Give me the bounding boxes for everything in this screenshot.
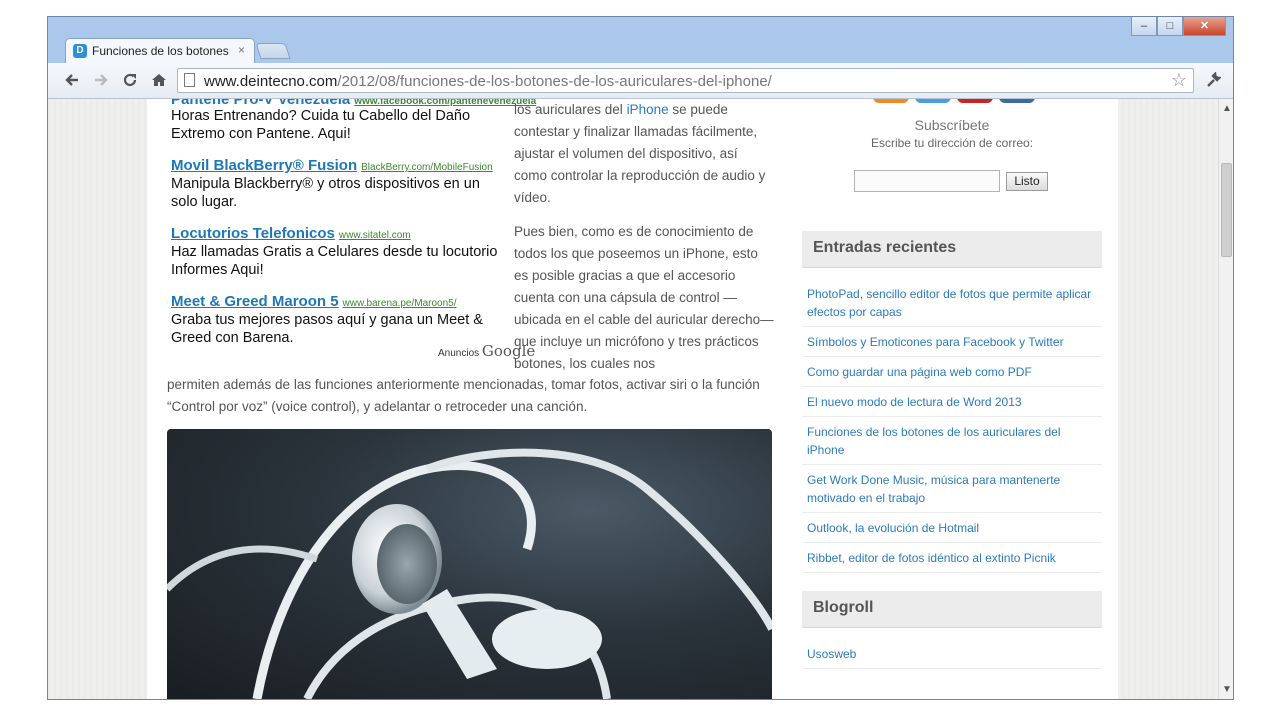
blogroll-heading: Blogroll (802, 591, 1102, 628)
minimize-button[interactable]: – (1131, 17, 1157, 36)
url-host: www.deintecno.com (204, 73, 338, 90)
list-item[interactable]: Funciones de los botones de los auricula… (802, 417, 1102, 465)
close-window-button[interactable]: ✕ (1183, 17, 1226, 36)
reload-icon[interactable] (122, 72, 138, 92)
tab-title: Funciones de los botones c (92, 44, 232, 58)
youtube-icon[interactable] (957, 99, 993, 103)
twitter-icon[interactable] (915, 99, 951, 103)
ad-text: Horas Entrenando? Cuida tu Cabello del D… (171, 108, 471, 142)
scroll-down-icon[interactable]: ▼ (1222, 684, 1232, 695)
article-paragraph: Pues bien, como es de conocimiento de to… (514, 224, 774, 371)
blogroll-list: Usosweb (802, 639, 1102, 669)
tab-close-icon[interactable]: × (238, 43, 245, 57)
list-item[interactable]: Outlook, la evolución de Hotmail (802, 513, 1102, 543)
iphone-link[interactable]: iPhone (627, 102, 669, 117)
article-paragraph-continued: permiten además de las funciones anterio… (167, 377, 760, 414)
browser-toolbar: www.deintecno.com/2012/08/funciones-de-l… (48, 63, 1233, 99)
ad-title[interactable]: Pantene Pro-V Venezuela (171, 99, 350, 108)
browser-window: – □ ✕ D Funciones de los botones c × www… (47, 16, 1234, 700)
ad-url[interactable]: www.sitatel.com (339, 230, 411, 241)
ad-text: Haz llamadas Gratis a Celulares desde tu… (171, 244, 498, 278)
address-bar[interactable]: www.deintecno.com/2012/08/funciones-de-l… (177, 68, 1194, 93)
ad-text: Manipula Blackberry® y otros dispositivo… (171, 176, 480, 210)
ad-item: Horas Entrenando? Cuida tu Cabello del D… (171, 107, 503, 143)
home-icon[interactable] (151, 72, 167, 92)
url-path: /2012/08/funciones-de-los-botones-de-los… (337, 73, 772, 90)
email-field[interactable] (854, 170, 1000, 192)
tab-active[interactable]: D Funciones de los botones c × (65, 38, 255, 64)
page-icon (184, 73, 195, 87)
page-content: Pantene Pro-V Venezuela www.facebook.com/… (147, 99, 1118, 699)
recent-posts-list: PhotoPad, sencillo editor de fotos que p… (802, 279, 1102, 573)
wrench-icon[interactable] (1205, 71, 1222, 93)
ad-url[interactable]: www.barena.pe/Maroon5/ (343, 298, 457, 309)
list-item[interactable]: Ribbet, editor de fotos idéntico al exti… (802, 543, 1102, 573)
ads-block: Pantene Pro-V Venezuela www.facebook.com/… (171, 99, 536, 360)
list-item[interactable]: PhotoPad, sencillo editor de fotos que p… (802, 279, 1102, 327)
page-viewport: Pantene Pro-V Venezuela www.facebook.com/… (48, 99, 1218, 699)
back-icon[interactable] (64, 72, 80, 92)
list-item[interactable]: El nuevo modo de lectura de Word 2013 (802, 387, 1102, 417)
ad-title[interactable]: Meet & Greed Maroon 5 (171, 293, 339, 310)
ad-item: Movil BlackBerry® Fusion BlackBerry.com/M… (171, 157, 503, 211)
ad-title[interactable]: Movil BlackBerry® Fusion (171, 157, 357, 174)
list-item[interactable]: Get Work Done Music, música para mantene… (802, 465, 1102, 513)
ad-url[interactable]: www.facebook.com/pantenevenezuela (354, 99, 536, 107)
subscribe-button[interactable]: Listo (1006, 172, 1048, 191)
vertical-scrollbar[interactable]: ▲ ▼ (1218, 99, 1233, 699)
ad-item: Locutorios Telefonicos www.sitatel.com Ha… (171, 225, 503, 279)
site-favicon-icon: D (73, 44, 87, 58)
scroll-up-icon[interactable]: ▲ (1222, 103, 1232, 114)
url-text: www.deintecno.com/2012/08/funciones-de-l… (204, 73, 772, 90)
list-item[interactable]: Como guardar una página web como PDF (802, 357, 1102, 387)
ad-item: Meet & Greed Maroon 5 www.barena.pe/Maroo… (171, 293, 503, 347)
maximize-button[interactable]: □ (1157, 17, 1183, 36)
earphones-photo (167, 429, 772, 699)
window-controls: – □ ✕ (1131, 17, 1226, 37)
text-run: se puede contestar y finalizar llamadas … (514, 102, 766, 205)
ad-top-partial[interactable]: Pantene Pro-V Venezuela www.facebook.com/… (171, 99, 536, 108)
ad-url[interactable]: BlackBerry.com/MobileFusion (361, 162, 493, 173)
recent-posts-heading: Entradas recientes (802, 231, 1102, 268)
article-paragraph: los auriculares del iPhone se puede cont… (514, 99, 774, 209)
star-icon[interactable]: ☆ (1171, 70, 1187, 91)
list-item[interactable]: Usosweb (802, 639, 1102, 669)
new-tab-button[interactable] (255, 43, 291, 59)
ad-title[interactable]: Locutorios Telefonicos (171, 225, 335, 242)
ads-by-label: Anuncios (438, 348, 480, 359)
subscribe-help: Escribe tu dirección de correo: (870, 136, 1034, 150)
article-text: los auriculares del iPhone se puede cont… (514, 99, 774, 387)
facebook-icon[interactable] (999, 99, 1035, 103)
rss-icon[interactable] (873, 99, 909, 103)
forward-icon[interactable] (93, 72, 109, 92)
scrollbar-thumb[interactable] (1221, 163, 1232, 257)
list-item[interactable]: Símbolos y Emoticones para Facebook y Tw… (802, 327, 1102, 357)
subscribe-title: Subscríbete (914, 117, 990, 133)
text-run: los auriculares del (514, 102, 627, 117)
